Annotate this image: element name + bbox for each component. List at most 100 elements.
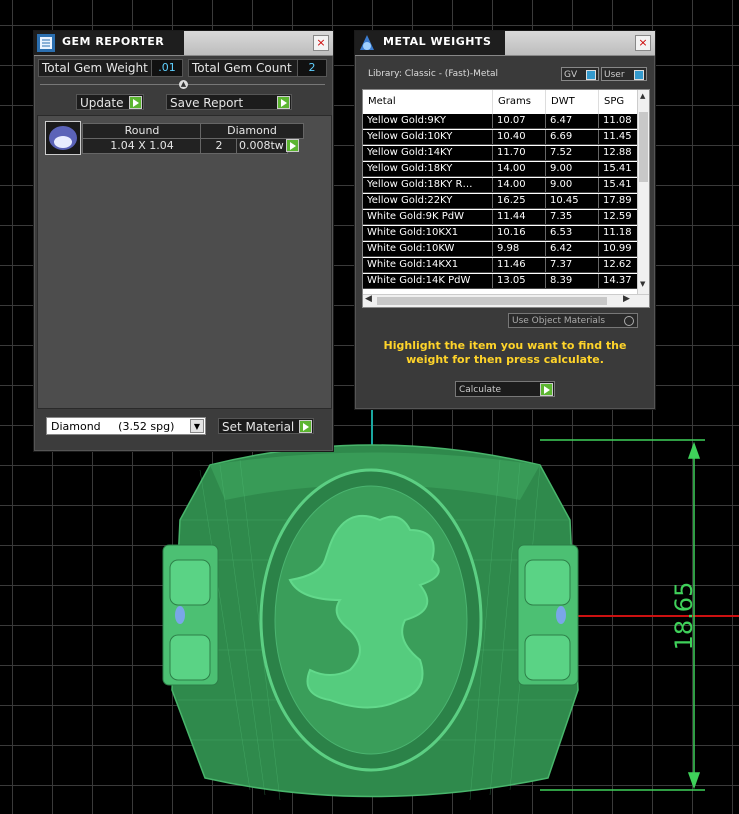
scroll-up-icon[interactable]: ▲ bbox=[640, 92, 645, 100]
gem-shape-header: Round bbox=[82, 123, 202, 139]
column-header-dwt[interactable]: DWT bbox=[546, 90, 599, 114]
update-button-label: Update bbox=[80, 96, 124, 110]
update-play-icon bbox=[129, 96, 142, 109]
table-row[interactable]: Yellow Gold:18KY 14.00 9.00 15.41 bbox=[363, 162, 649, 177]
material-select[interactable]: Diamond (3.52 spg) ▼ bbox=[46, 417, 206, 435]
collapse-chevron-icon[interactable]: ▲ bbox=[179, 80, 188, 89]
ring-model bbox=[162, 444, 579, 801]
update-button[interactable]: Update bbox=[76, 94, 144, 110]
material-select-value: Diamond (3.52 spg) bbox=[51, 420, 175, 433]
table-row[interactable]: White Gold:14KX1 11.46 7.37 12.62 bbox=[363, 258, 649, 273]
save-report-play-icon bbox=[277, 96, 290, 109]
horizontal-scrollbar[interactable]: ◀ ▶ bbox=[363, 294, 649, 307]
dropdown-arrow-icon[interactable]: ▼ bbox=[190, 419, 204, 433]
metal-weights-titlebar[interactable]: METAL WEIGHTS × bbox=[355, 31, 655, 56]
dwt-cell: 6.47 bbox=[546, 114, 599, 128]
column-header-metal[interactable]: Metal bbox=[363, 90, 493, 114]
gv-toggle-label: GV bbox=[564, 70, 578, 80]
dwt-cell: 9.00 bbox=[546, 178, 599, 192]
gem-list-area: Round Diamond 1.04 X 1.04 2 0.008tw bbox=[37, 115, 332, 409]
metal-name-cell: White Gold:10KX1 bbox=[363, 226, 493, 240]
gem-material-header: Diamond bbox=[200, 123, 304, 139]
scroll-left-icon[interactable]: ◀ bbox=[365, 294, 372, 304]
calculate-button[interactable]: Calculate bbox=[455, 381, 555, 397]
gem-weight-cell: 0.008tw bbox=[236, 138, 288, 154]
total-gem-count-label: Total Gem Count bbox=[188, 59, 300, 77]
metal-name-cell: White Gold:9K PdW bbox=[363, 210, 493, 224]
table-row[interactable]: Yellow Gold:10KY 10.40 6.69 11.45 bbox=[363, 130, 649, 145]
user-toggle-label: User bbox=[604, 70, 625, 80]
scroll-right-icon[interactable]: ▶ bbox=[623, 294, 630, 304]
table-row[interactable]: White Gold:9K PdW 11.44 7.35 12.59 bbox=[363, 210, 649, 225]
grams-cell: 10.40 bbox=[493, 130, 546, 144]
metal-table[interactable]: Metal Grams DWT SPG Yellow Gold:9KY 10.07… bbox=[362, 89, 650, 308]
library-label: Library: Classic - (Fast)-Metal bbox=[368, 69, 499, 79]
metal-weights-close-icon[interactable]: × bbox=[635, 35, 651, 51]
table-row[interactable]: White Gold:14K PdW 13.05 8.39 14.37 bbox=[363, 274, 649, 289]
metal-weights-window: METAL WEIGHTS × Library: Classic - (Fast… bbox=[354, 30, 656, 410]
table-row[interactable]: White Gold:10KX1 10.16 6.53 11.18 bbox=[363, 226, 649, 241]
dwt-cell: 6.53 bbox=[546, 226, 599, 240]
use-object-materials-label: Use Object Materials bbox=[512, 316, 606, 326]
metal-name-cell: Yellow Gold:18KY bbox=[363, 162, 493, 176]
instruction-text: Highlight the item you want to find the … bbox=[383, 339, 627, 366]
grams-cell: 13.05 bbox=[493, 274, 546, 288]
dwt-cell: 8.39 bbox=[546, 274, 599, 288]
gem-count-cell: 2 bbox=[200, 138, 238, 154]
vertical-scrollbar[interactable]: ▲ ▼ bbox=[637, 90, 649, 295]
gem-size-cell: 1.04 X 1.04 bbox=[82, 138, 202, 154]
gem-row-play-icon[interactable] bbox=[286, 139, 299, 152]
table-row[interactable]: Yellow Gold:22KY 16.25 10.45 17.89 bbox=[363, 194, 649, 209]
gem-reporter-titlebar[interactable]: GEM REPORTER × bbox=[34, 31, 333, 56]
grams-cell: 10.16 bbox=[493, 226, 546, 240]
dwt-cell: 10.45 bbox=[546, 194, 599, 208]
table-row[interactable]: Yellow Gold:14KY 11.70 7.52 12.88 bbox=[363, 146, 649, 161]
horizontal-scroll-thumb[interactable] bbox=[377, 297, 607, 305]
grams-cell: 11.46 bbox=[493, 258, 546, 272]
table-row[interactable]: Yellow Gold:9KY 10.07 6.47 11.08 bbox=[363, 114, 649, 129]
user-toggle[interactable]: User bbox=[601, 67, 647, 81]
metal-name-cell: White Gold:14KX1 bbox=[363, 258, 493, 272]
dwt-cell: 7.37 bbox=[546, 258, 599, 272]
grams-cell: 10.07 bbox=[493, 114, 546, 128]
set-material-button-label: Set Material bbox=[222, 420, 295, 434]
metal-name-cell: Yellow Gold:18KY R… bbox=[363, 178, 493, 192]
grams-cell: 11.44 bbox=[493, 210, 546, 224]
grams-cell: 11.70 bbox=[493, 146, 546, 160]
save-report-button[interactable]: Save Report bbox=[166, 94, 292, 110]
table-row[interactable]: White Gold:10KW 9.98 6.42 10.99 bbox=[363, 242, 649, 257]
set-material-button[interactable]: Set Material bbox=[218, 418, 314, 434]
gem-reporter-close-icon[interactable]: × bbox=[313, 35, 329, 51]
metal-name-cell: Yellow Gold:22KY bbox=[363, 194, 493, 208]
dwt-cell: 7.35 bbox=[546, 210, 599, 224]
save-report-button-label: Save Report bbox=[170, 96, 244, 110]
total-gem-weight-value: .01 bbox=[151, 59, 183, 77]
dwt-cell: 6.69 bbox=[546, 130, 599, 144]
total-gem-count-value: 2 bbox=[297, 59, 327, 77]
grams-cell: 14.00 bbox=[493, 178, 546, 192]
grams-cell: 16.25 bbox=[493, 194, 546, 208]
user-toggle-knob bbox=[634, 70, 644, 80]
gv-toggle[interactable]: GV bbox=[561, 67, 599, 81]
column-header-grams[interactable]: Grams bbox=[493, 90, 546, 114]
metal-name-cell: Yellow Gold:10KY bbox=[363, 130, 493, 144]
radio-icon[interactable] bbox=[624, 316, 634, 326]
metal-table-header: Metal Grams DWT SPG bbox=[363, 90, 649, 114]
total-gem-weight-label: Total Gem Weight bbox=[38, 59, 154, 77]
gem-thumbnail[interactable] bbox=[45, 121, 81, 155]
metal-weights-title: METAL WEIGHTS bbox=[383, 35, 492, 48]
metal-name-cell: White Gold:10KW bbox=[363, 242, 493, 256]
dimension-value: 18.65 bbox=[670, 582, 698, 651]
metal-name-cell: Yellow Gold:14KY bbox=[363, 146, 493, 160]
table-row[interactable]: Yellow Gold:18KY R… 14.00 9.00 15.41 bbox=[363, 178, 649, 193]
metal-name-cell: White Gold:14K PdW bbox=[363, 274, 493, 288]
calculate-play-icon bbox=[540, 383, 553, 396]
scroll-down-icon[interactable]: ▼ bbox=[640, 280, 645, 288]
vertical-scroll-thumb[interactable] bbox=[639, 112, 648, 182]
use-object-materials-option[interactable]: Use Object Materials bbox=[508, 313, 638, 328]
round-diamond-icon bbox=[49, 126, 77, 150]
dwt-cell: 9.00 bbox=[546, 162, 599, 176]
grams-cell: 14.00 bbox=[493, 162, 546, 176]
calculate-button-label: Calculate bbox=[459, 385, 502, 395]
gem-right-icon bbox=[556, 606, 566, 624]
